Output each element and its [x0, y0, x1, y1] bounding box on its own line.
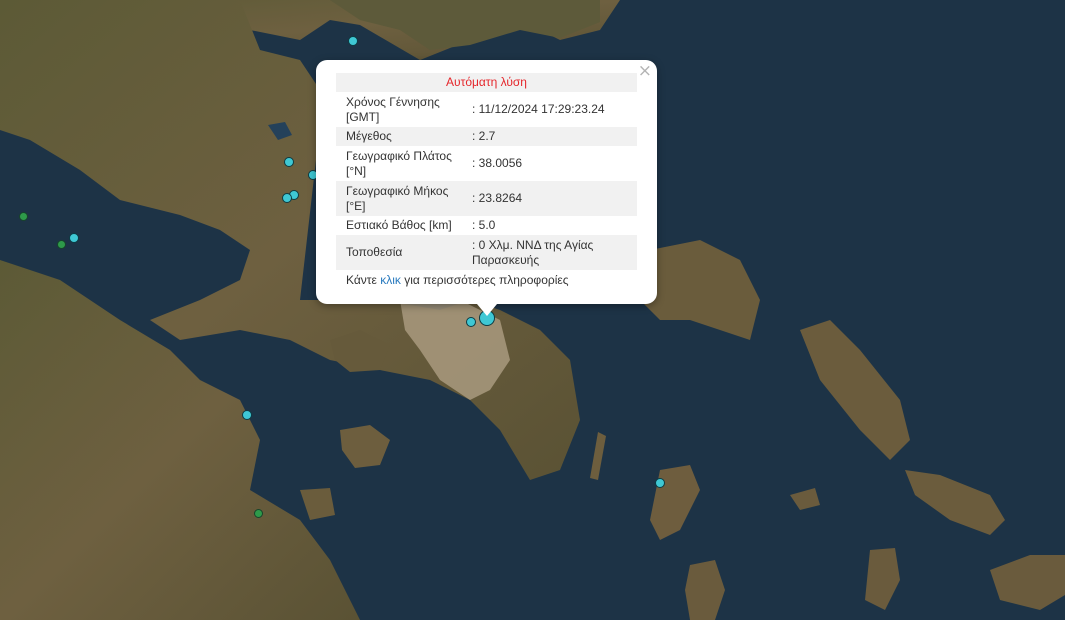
row-magnitude: Μέγεθος : 2.7 — [336, 127, 637, 146]
quake-marker[interactable] — [57, 240, 66, 249]
location-label: Τοποθεσία — [336, 235, 462, 270]
quake-marker[interactable] — [284, 157, 294, 167]
quake-info-popup: × Αυτόματη λύση Χρόνος Γέννησης [GMT] : … — [316, 60, 657, 304]
longitude-label: Γεωγραφικό Μήκος [°E] — [336, 181, 462, 216]
quake-marker[interactable] — [242, 410, 252, 420]
quake-info-table: Χρόνος Γέννησης [GMT] : 11/12/2024 17:29… — [336, 92, 637, 270]
quake-marker[interactable] — [466, 317, 476, 327]
origin-time-value: : 11/12/2024 17:29:23.24 — [472, 102, 605, 116]
depth-label: Εστιακό Βάθος [km] — [346, 218, 452, 232]
longitude-value: : 23.8264 — [462, 181, 637, 216]
more-prefix: Κάντε — [346, 273, 381, 287]
quake-marker[interactable] — [655, 478, 665, 488]
more-suffix: για περισσότερες πληροφορίες — [400, 273, 569, 287]
quake-marker[interactable] — [282, 193, 292, 203]
magnitude-value: : 2.7 — [462, 127, 637, 146]
row-latitude: Γεωγραφικό Πλάτος [°N] : 38.0056 — [336, 146, 637, 181]
more-info-link[interactable]: κλικ — [380, 273, 401, 287]
quake-marker[interactable] — [254, 509, 263, 518]
row-location: Τοποθεσία : 0 Χλμ. ΝΝΔ της Αγίας Παρασκε… — [336, 235, 637, 270]
quake-marker[interactable] — [69, 233, 79, 243]
location-value: : 0 Χλμ. ΝΝΔ της Αγίας Παρασκευής — [462, 235, 637, 270]
row-depth: Εστιακό Βάθος [km] : 5.0 — [336, 216, 637, 235]
quake-marker[interactable] — [348, 36, 358, 46]
magnitude-label: Μέγεθος — [336, 127, 462, 146]
depth-value: : 5.0 — [472, 218, 496, 232]
row-longitude: Γεωγραφικό Μήκος [°E] : 23.8264 — [336, 181, 637, 216]
popup-title: Αυτόματη λύση — [336, 73, 637, 92]
more-info-line: Κάντε κλικ για περισσότερες πληροφορίες — [336, 273, 637, 287]
close-icon[interactable]: × — [638, 62, 652, 80]
latitude-value: : 38.0056 — [472, 156, 523, 170]
latitude-label: Γεωγραφικό Πλάτος [°N] — [346, 148, 452, 178]
row-origin-time: Χρόνος Γέννησης [GMT] : 11/12/2024 17:29… — [336, 92, 637, 127]
origin-time-label: Χρόνος Γέννησης [GMT] — [346, 94, 440, 124]
popup-tip — [477, 304, 497, 316]
quake-marker[interactable] — [19, 212, 28, 221]
